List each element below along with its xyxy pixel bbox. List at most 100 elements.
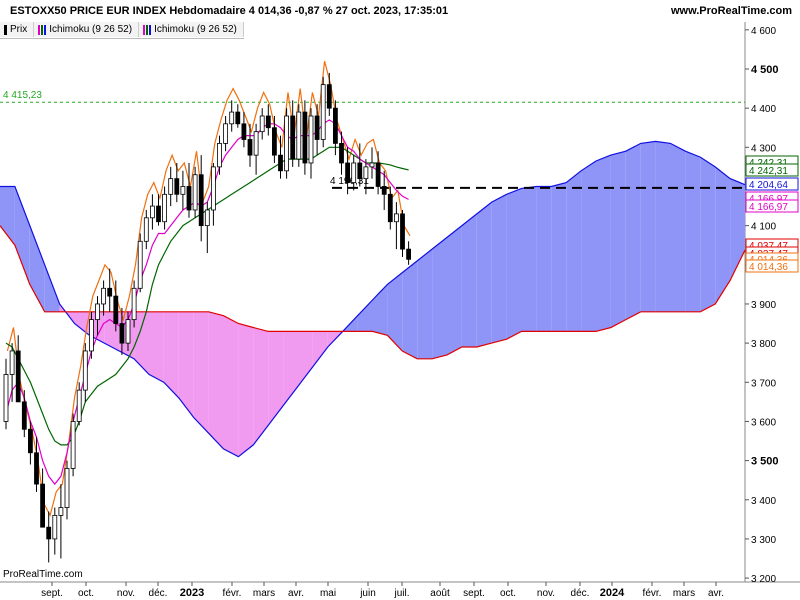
- candle: [406, 241, 412, 265]
- cloud-bull-segment: [14, 186, 30, 285]
- candle-body: [229, 111, 235, 125]
- candle: [204, 202, 210, 254]
- cloud-bull-segment: [596, 155, 611, 332]
- candle-body: [345, 162, 351, 183]
- candle: [15, 335, 21, 403]
- y-tick-label: 3 500: [751, 456, 779, 468]
- candle: [320, 76, 326, 148]
- candle-body: [296, 111, 302, 160]
- candle: [149, 194, 155, 230]
- candle: [76, 382, 82, 426]
- candle-body: [247, 139, 253, 156]
- cloud-bull-segment: [625, 143, 641, 320]
- candle-body: [217, 142, 222, 168]
- candle-body: [21, 401, 27, 430]
- candle-body: [320, 84, 326, 140]
- cloud-bear-segment: [298, 331, 313, 387]
- candle-body: [314, 115, 320, 140]
- candle-body: [95, 303, 100, 321]
- y-tick-label: 3 900: [751, 300, 776, 311]
- candle: [223, 115, 229, 152]
- candle-body: [369, 162, 375, 168]
- cloud-bear-segment: [208, 311, 224, 449]
- candle: [186, 162, 192, 218]
- x-tick-label: oct.: [78, 588, 94, 599]
- candle: [70, 413, 76, 477]
- candle-body: [284, 115, 290, 172]
- candle-body: [64, 468, 70, 508]
- cloud-bull-segment: [417, 249, 433, 359]
- candle-body: [271, 127, 277, 156]
- price-chart[interactable]: 3 200 3 300 3 400 3 500 3 600 3 700 3 800 3 900…: [0, 0, 800, 600]
- x-tick-label: juil.: [393, 588, 409, 599]
- candle: [198, 155, 204, 242]
- watermark: ProRealTime.com: [3, 569, 83, 580]
- candle-body: [70, 421, 76, 469]
- cloud-bull-segment: [387, 272, 403, 351]
- candle-body: [156, 205, 161, 223]
- candle-body: [82, 350, 88, 391]
- candle: [369, 147, 375, 179]
- cloud-bull-segment: [432, 237, 447, 359]
- y-tick-label: 3 700: [751, 378, 776, 389]
- candle-body: [393, 213, 399, 223]
- candle: [253, 123, 259, 175]
- cloud-bear-segment: [283, 331, 298, 406]
- candle-body: [107, 287, 113, 297]
- cloud-bull-segment: [491, 194, 507, 344]
- candle-body: [278, 154, 283, 172]
- candle-body: [113, 295, 119, 324]
- candle: [217, 135, 222, 175]
- candle: [58, 484, 64, 559]
- candle-body: [131, 287, 137, 321]
- candle: [162, 186, 168, 230]
- cloud-bear-segment: [238, 323, 254, 457]
- candle-body: [27, 428, 33, 454]
- cloud-bear-segment: [134, 311, 149, 375]
- candle: [229, 100, 235, 132]
- last-value-label: 4 014,36: [749, 262, 788, 273]
- x-tick-label: 2023: [180, 587, 204, 599]
- y-tick-label: 4 100: [751, 222, 776, 233]
- level-label: 4 415,23: [3, 90, 42, 101]
- x-tick-label: avr.: [708, 588, 724, 599]
- cloud-bear-segment: [268, 331, 284, 426]
- candle-body: [406, 248, 412, 260]
- candle: [192, 166, 198, 218]
- candle: [40, 468, 45, 528]
- cloud-bull-segment: [581, 161, 596, 332]
- candle-body: [186, 186, 192, 211]
- candle: [290, 100, 296, 167]
- candle-body: [34, 452, 39, 485]
- y-tick-label: 3 300: [751, 535, 776, 546]
- cloud-bull-segment: [506, 188, 522, 340]
- candle-body: [339, 142, 344, 164]
- candle-body: [46, 526, 52, 540]
- x-tick-label: oct.: [500, 588, 516, 599]
- candle-body: [137, 240, 143, 289]
- cloud-bull-segment: [610, 151, 626, 328]
- x-tick-label: nov.: [537, 588, 555, 599]
- last-value-label: 4 204,64: [749, 180, 788, 191]
- candle-body: [40, 483, 45, 528]
- cloud-bear-segment: [253, 327, 269, 445]
- candle-body: [76, 389, 82, 422]
- candle: [21, 390, 27, 438]
- cloud-bear-segment: [149, 311, 164, 383]
- cloud-bull-segment: [461, 213, 477, 348]
- candle: [296, 104, 302, 167]
- candle: [235, 104, 241, 128]
- y-tick-label: 4 600: [751, 26, 776, 37]
- x-tick-label: août: [430, 588, 450, 599]
- x-tick-label: mai: [320, 588, 336, 599]
- candle-body: [149, 205, 155, 219]
- candle-body: [290, 115, 296, 160]
- cloud-bull-segment: [685, 151, 701, 312]
- x-tick-label: févr.: [223, 588, 242, 599]
- y-tick-label: 3 400: [751, 496, 776, 507]
- candle-body: [363, 166, 369, 180]
- candle-body: [119, 323, 125, 344]
- x-tick-label: 2024: [600, 587, 625, 599]
- cloud-bull-segment: [700, 157, 716, 312]
- candle: [52, 507, 58, 555]
